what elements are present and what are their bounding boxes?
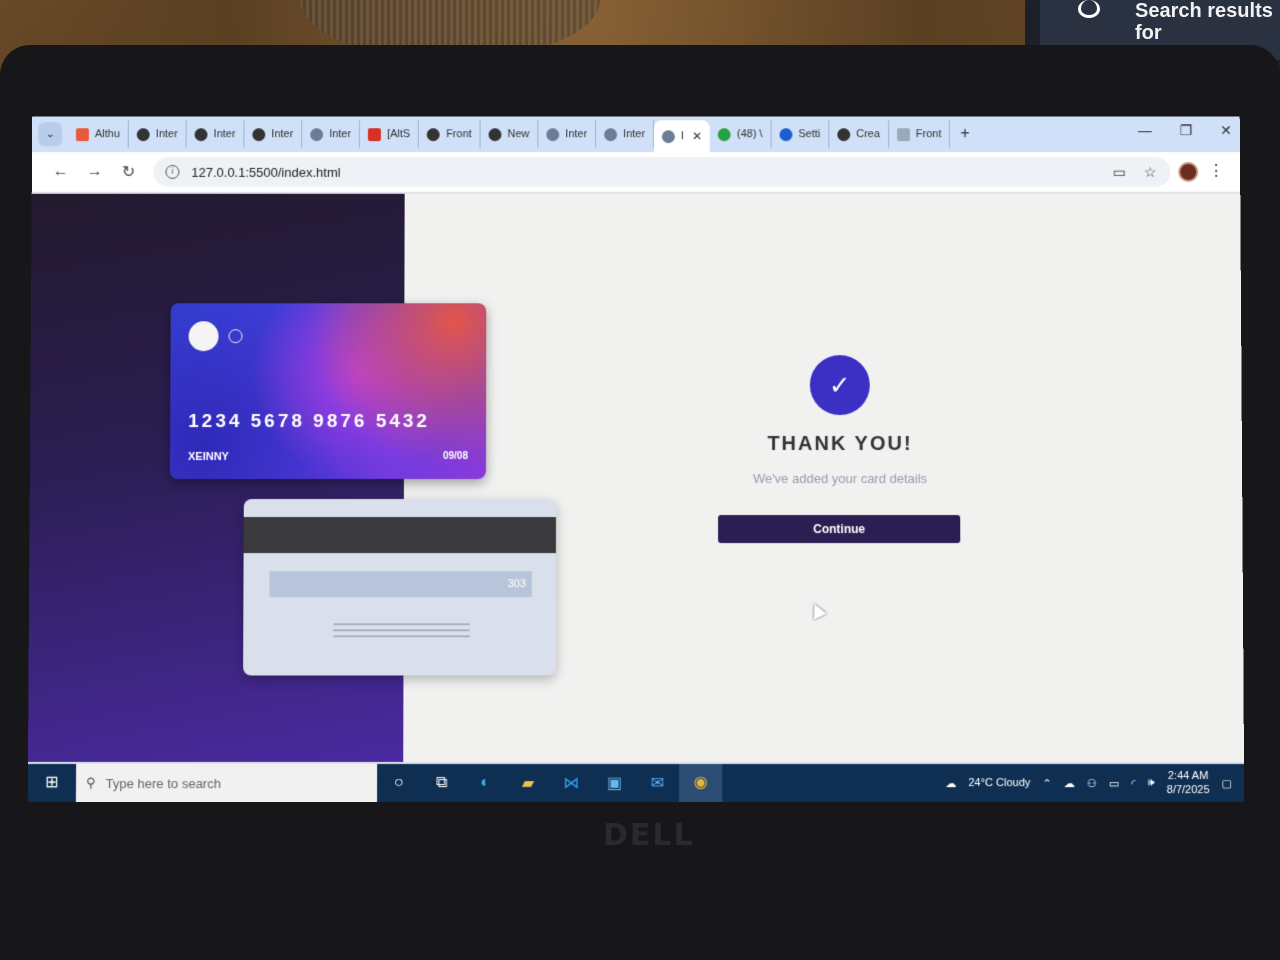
back-button[interactable]: ← bbox=[44, 163, 78, 181]
task-view-icon[interactable]: ⧉ bbox=[420, 774, 463, 792]
thank-you-title: THANK YOU! bbox=[690, 433, 990, 456]
tab[interactable]: Crea bbox=[829, 120, 889, 148]
checkmark-icon: ✓ bbox=[810, 355, 870, 415]
clock-time: 2:44 AM bbox=[1168, 770, 1209, 782]
web-icon bbox=[310, 128, 323, 141]
page-content: 1234 5678 9876 5432 XEINNY 09/08 303 ✓ T… bbox=[28, 194, 1244, 762]
globe-icon bbox=[837, 128, 850, 141]
globe-icon bbox=[252, 128, 265, 141]
card-logo-ring bbox=[229, 329, 243, 343]
card-payment-icon[interactable]: ▭ bbox=[1113, 163, 1126, 180]
system-tray: ☁ 24°C Cloudy ⌃ ☁ ⚇ ▭ ◜ 🕪 2:44 AM 8/7/20… bbox=[945, 769, 1244, 797]
file-explorer-icon[interactable]: ▰ bbox=[507, 773, 550, 793]
second-monitor-text: Search results for bbox=[1135, 0, 1273, 44]
globe-icon bbox=[427, 128, 440, 141]
close-tab-icon[interactable]: ✕ bbox=[692, 129, 702, 143]
signature-lines bbox=[333, 623, 469, 639]
card-holder-name: XEINNY bbox=[188, 451, 229, 463]
close-window-button[interactable]: ✕ bbox=[1220, 122, 1232, 139]
cortana-icon[interactable]: ○ bbox=[377, 774, 420, 792]
bookmark-star-icon[interactable]: ☆ bbox=[1144, 163, 1157, 180]
clock[interactable]: 2:44 AM 8/7/2025 bbox=[1167, 769, 1210, 797]
figma-icon bbox=[76, 128, 89, 141]
vscode-icon[interactable]: ⋈ bbox=[550, 773, 593, 793]
tab[interactable]: Inter bbox=[302, 120, 360, 148]
whatsapp-icon bbox=[718, 128, 731, 141]
card-back: 303 bbox=[243, 499, 556, 675]
onedrive-icon[interactable]: ☁ bbox=[1064, 777, 1075, 790]
gear-icon bbox=[779, 128, 792, 141]
url-text: 127.0.0.1:5500/index.html bbox=[191, 164, 340, 179]
taskbar-search-placeholder: Type here to search bbox=[106, 776, 221, 791]
cvv-strip: 303 bbox=[269, 571, 531, 597]
tab[interactable]: Inter bbox=[538, 120, 596, 148]
globe-icon bbox=[195, 128, 208, 141]
tab[interactable]: Front bbox=[419, 120, 481, 148]
tab-strip: ⌄ Althu Inter Inter Inter Inter [AltS Fr… bbox=[32, 116, 1240, 152]
web-icon bbox=[546, 128, 559, 141]
card-logo-circle bbox=[189, 321, 219, 351]
new-tab-button[interactable]: + bbox=[950, 125, 979, 143]
tab[interactable]: [AltS bbox=[360, 120, 419, 148]
dell-logo: DELL bbox=[603, 818, 695, 853]
card-expiry: 09/08 bbox=[443, 451, 468, 462]
tab[interactable]: Inter bbox=[187, 120, 245, 148]
continue-button[interactable]: Continue bbox=[718, 515, 960, 543]
site-info-icon[interactable]: i bbox=[165, 165, 179, 179]
chrome-icon[interactable]: ◉ bbox=[679, 764, 722, 802]
tab[interactable]: Setti bbox=[771, 120, 829, 148]
card-front: 1234 5678 9876 5432 XEINNY 09/08 bbox=[170, 303, 486, 479]
web-icon bbox=[897, 128, 910, 141]
web-icon bbox=[662, 130, 675, 143]
tab-active[interactable]: I ✕ bbox=[654, 120, 710, 152]
search-icon: ⚲ bbox=[86, 775, 96, 791]
battery-icon[interactable]: ▭ bbox=[1109, 777, 1120, 790]
magnetic-stripe bbox=[244, 517, 556, 553]
profile-avatar[interactable] bbox=[1178, 162, 1198, 182]
address-bar[interactable]: i 127.0.0.1:5500/index.html ▭ ☆ bbox=[153, 157, 1170, 187]
mouse-cursor bbox=[808, 601, 827, 620]
search-icon bbox=[1078, 0, 1100, 18]
tab[interactable]: Althu bbox=[68, 120, 129, 148]
browser-toolbar: ← → ↻ i 127.0.0.1:5500/index.html ▭ ☆ ⋮ bbox=[32, 152, 1240, 192]
cvv-value: 303 bbox=[507, 578, 525, 590]
gmail-icon bbox=[368, 128, 381, 141]
notifications-icon[interactable]: ▢ bbox=[1222, 777, 1233, 790]
globe-icon bbox=[137, 128, 150, 141]
tab[interactable]: Inter bbox=[596, 120, 654, 148]
window-controls: — ❐ ✕ bbox=[1138, 122, 1232, 139]
minimize-button[interactable]: — bbox=[1138, 122, 1152, 139]
wifi-icon[interactable]: ◜ bbox=[1131, 777, 1135, 790]
forward-button[interactable]: → bbox=[78, 163, 112, 181]
more-menu-icon[interactable]: ⋮ bbox=[1208, 161, 1224, 181]
volume-icon[interactable]: 🕪 bbox=[1148, 777, 1155, 790]
weather-icon[interactable]: ☁ bbox=[945, 777, 956, 790]
people-icon[interactable]: ⚇ bbox=[1087, 777, 1097, 790]
tab[interactable]: New bbox=[481, 120, 539, 148]
edge-icon[interactable]: ◐ bbox=[463, 774, 506, 792]
tab-search-button[interactable]: ⌄ bbox=[38, 122, 62, 146]
web-icon bbox=[604, 128, 617, 141]
laptop-screen: ⌄ Althu Inter Inter Inter Inter [AltS Fr… bbox=[28, 116, 1245, 802]
windows-taskbar: ⊞ ⚲ Type here to search ○ ⧉ ◐ ▰ ⋈ ▣ ✉ ◉ … bbox=[28, 764, 1245, 802]
card-number: 1234 5678 9876 5432 bbox=[188, 411, 430, 433]
weather-text[interactable]: 24°C Cloudy bbox=[968, 777, 1030, 789]
store-icon[interactable]: ▣ bbox=[593, 773, 636, 793]
github-icon bbox=[489, 128, 502, 141]
mail-icon[interactable]: ✉ bbox=[636, 773, 679, 793]
chevron-up-icon[interactable]: ⌃ bbox=[1042, 777, 1051, 790]
tab[interactable]: Inter bbox=[129, 120, 187, 148]
tab[interactable]: (48) \ bbox=[710, 120, 772, 148]
tab[interactable]: Front bbox=[889, 120, 951, 148]
thank-you-subtitle: We've added your card details bbox=[690, 471, 990, 486]
reload-button[interactable]: ↻ bbox=[112, 162, 146, 182]
taskbar-search[interactable]: ⚲ Type here to search bbox=[76, 764, 377, 802]
tab[interactable]: Inter bbox=[244, 120, 302, 148]
clock-date: 8/7/2025 bbox=[1167, 784, 1210, 796]
restore-button[interactable]: ❐ bbox=[1180, 122, 1193, 139]
windows-start-icon[interactable]: ⊞ bbox=[28, 764, 76, 802]
